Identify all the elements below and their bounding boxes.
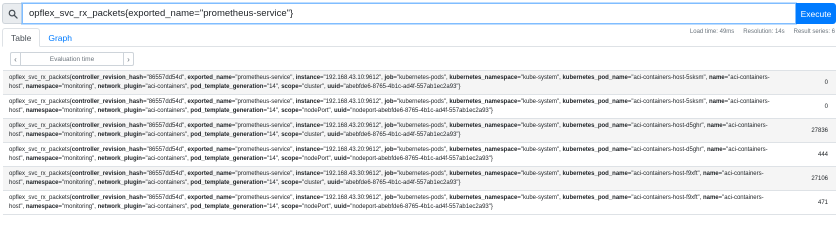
execute-button[interactable]: Execute (796, 3, 836, 24)
series-value: 444 (817, 151, 828, 158)
series-value: 471 (817, 199, 828, 206)
table-row: opflex_svc_rx_packets{controller_revisio… (3, 119, 836, 143)
query-input[interactable] (22, 3, 796, 24)
query-bar: Execute (2, 3, 836, 24)
series-value: 27106 (811, 175, 828, 182)
query-stats: Load time: 49ms Resolution: 14s Result s… (690, 29, 835, 35)
series-labels: opflex_svc_rx_packets{controller_revisio… (9, 75, 770, 90)
tab-graph[interactable]: Graph (40, 28, 80, 47)
evaluation-time-group: ‹ › (10, 52, 134, 66)
resolution: Resolution: 14s (743, 29, 785, 35)
series-value: 27836 (811, 127, 828, 134)
table-row: opflex_svc_rx_packets{controller_revisio… (3, 191, 836, 215)
tab-divider (2, 46, 836, 47)
tab-table[interactable]: Table (2, 28, 41, 47)
table-row: opflex_svc_rx_packets{controller_revisio… (3, 95, 836, 119)
tab-list: Table Graph (2, 28, 80, 47)
series-labels: opflex_svc_rx_packets{controller_revisio… (9, 99, 770, 114)
series-labels: opflex_svc_rx_packets{controller_revisio… (9, 195, 764, 210)
eval-next-button[interactable]: › (123, 52, 134, 66)
series-labels: opflex_svc_rx_packets{controller_revisio… (9, 123, 768, 138)
result-series: Result series: 6 (793, 29, 835, 35)
eval-prev-button[interactable]: ‹ (10, 52, 21, 66)
results-table: opflex_svc_rx_packets{controller_revisio… (3, 70, 836, 215)
search-icon (2, 3, 22, 24)
series-value: 0 (824, 79, 828, 86)
table-row: opflex_svc_rx_packets{controller_revisio… (3, 167, 836, 191)
series-labels: opflex_svc_rx_packets{controller_revisio… (9, 171, 764, 186)
load-time: Load time: 49ms (689, 29, 735, 35)
table-row: opflex_svc_rx_packets{controller_revisio… (3, 71, 836, 95)
table-row: opflex_svc_rx_packets{controller_revisio… (3, 143, 836, 167)
series-value: 0 (824, 103, 828, 110)
series-labels: opflex_svc_rx_packets{controller_revisio… (9, 147, 768, 162)
evaluation-time-input[interactable] (21, 52, 123, 66)
